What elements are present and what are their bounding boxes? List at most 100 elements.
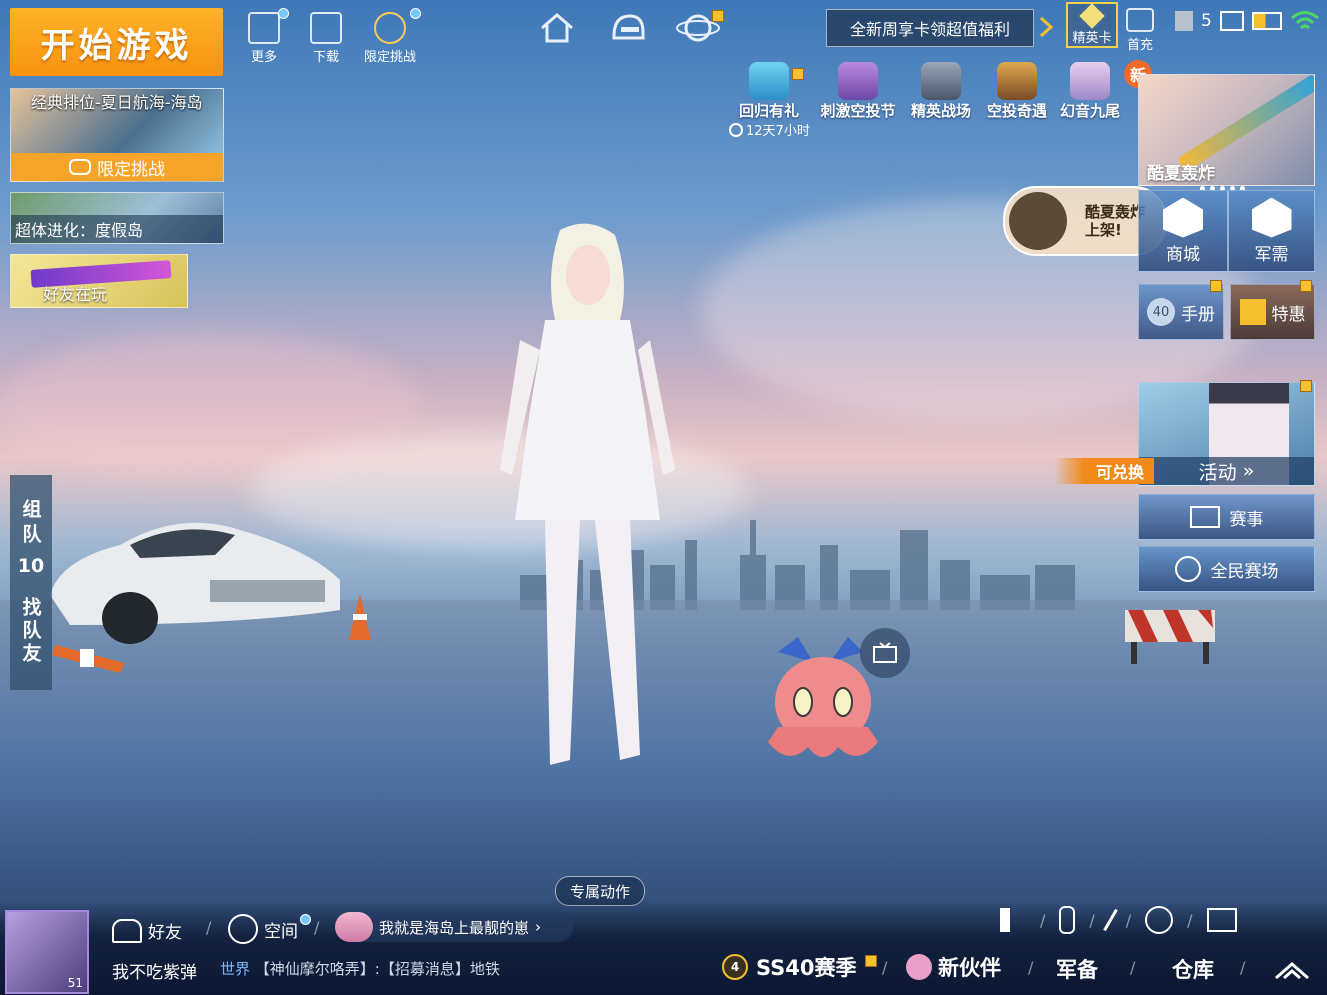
divider: / — [1028, 958, 1034, 977]
wand-icon[interactable] — [1102, 908, 1118, 932]
fullscreen-icon[interactable] — [1206, 908, 1237, 932]
emblem-icon — [997, 62, 1037, 100]
more-button[interactable]: 更多 — [244, 8, 289, 65]
barrier — [1125, 610, 1215, 664]
microphone-off-icon[interactable] — [1059, 906, 1076, 934]
event-label: 幻音九尾 — [1059, 102, 1120, 120]
more-label: 更多 — [250, 50, 277, 65]
notification-dot — [410, 8, 421, 19]
download-icon — [310, 12, 342, 44]
event-label: 回归有礼 — [738, 102, 799, 120]
badge-icon — [69, 159, 91, 175]
phone-icon — [1175, 11, 1193, 31]
weekly-card-banner[interactable]: 全新周享卡领超值福利 — [826, 9, 1034, 47]
divider: / — [1130, 958, 1136, 977]
download-button[interactable]: 下载 — [306, 12, 346, 65]
gift-badge — [712, 10, 724, 22]
battery-icon — [1251, 12, 1282, 30]
handbook-button[interactable]: 40 手册 — [1138, 284, 1224, 340]
team-label: 组队 — [19, 499, 42, 549]
mode-title: 经典排位-夏日航海-海岛 — [31, 93, 203, 112]
limited-challenge-label: 限定挑战 — [363, 50, 416, 65]
pet-camera-button[interactable] — [860, 628, 910, 678]
home-icon[interactable] — [538, 12, 576, 44]
chevrons-icon: » — [1242, 460, 1255, 482]
activity-strip: 活动 » — [1139, 457, 1314, 485]
redeem-tag[interactable]: 可兑换 — [1054, 458, 1154, 484]
screen-icon — [1189, 506, 1220, 528]
banner-text: 全新周享卡领超值福利 — [849, 20, 1010, 39]
mode-select-card[interactable]: 经典排位-夏日航海-海岛 限定挑战 — [10, 88, 224, 182]
character-mini-icon — [335, 912, 373, 942]
start-game-button[interactable]: 开始游戏 — [10, 8, 223, 76]
arena-label: 全民赛场 — [1210, 561, 1279, 582]
player-character — [500, 223, 675, 765]
event-return-gift[interactable]: 回归有礼 — [732, 62, 806, 121]
world-chat[interactable]: 世界 【神仙摩尔咯弄】:【招募消息】地铁 — [220, 958, 540, 979]
shop-button[interactable]: 商城 — [1138, 190, 1228, 272]
deal-label: 特惠 — [1271, 304, 1306, 325]
gift-badge — [1300, 280, 1312, 292]
event-label: 精英战场 — [910, 102, 971, 120]
expand-up-icon[interactable] — [1272, 958, 1312, 980]
voice-toolbar: / / / / — [1000, 906, 1237, 934]
elite-card-button[interactable]: 精英卡 — [1066, 2, 1118, 48]
countdown-text: 12天7小时 — [746, 124, 810, 139]
activity-card[interactable]: 活动 » — [1138, 382, 1315, 486]
handbook-level: 40 — [1147, 298, 1175, 326]
traffic-cone — [349, 594, 371, 640]
divider: / — [1240, 958, 1246, 977]
limited-challenge-button[interactable]: 限定挑战 — [360, 8, 421, 65]
gift-badge — [1300, 380, 1312, 392]
handbook-label: 手册 — [1181, 304, 1215, 325]
broadcast-bar[interactable]: 我就是海岛上最靓的崽 › — [335, 912, 573, 942]
space-icon — [228, 914, 258, 944]
limited-challenge-strip[interactable]: 限定挑战 — [11, 153, 223, 181]
team-count: 10 — [17, 555, 45, 577]
helmet-icon[interactable] — [610, 12, 646, 44]
bubble-text: 酷夏轰炸上架! — [1085, 203, 1146, 239]
friends-button[interactable]: 好友 — [112, 918, 182, 943]
gun-thumbnail-icon — [1009, 192, 1067, 250]
supply-button[interactable]: 军需 — [1228, 190, 1315, 272]
clock-icon — [729, 122, 743, 137]
signal-number: 5 — [1201, 11, 1212, 31]
player-level: 51 — [67, 976, 83, 990]
event-airdrop-encounter[interactable]: 空投奇遇 — [980, 62, 1054, 121]
countdown: 12天7小时 — [729, 120, 810, 139]
friends-playing-card[interactable]: 好友在玩 — [10, 254, 188, 308]
partner-label: 新伙伴 — [938, 956, 1001, 980]
match-button[interactable]: 赛事 — [1138, 494, 1315, 540]
evolution-mode-card[interactable]: 超体进化：度假岛 — [10, 192, 224, 244]
warehouse-button[interactable]: 仓库 — [1172, 954, 1214, 984]
partner-avatar-icon — [906, 954, 932, 980]
deal-button[interactable]: 特惠 — [1230, 284, 1315, 340]
arena-button[interactable]: 全民赛场 — [1138, 546, 1315, 592]
event-elite-battle[interactable]: 精英战场 — [904, 62, 978, 121]
grid-icon — [248, 12, 280, 44]
gift-badge — [865, 955, 877, 967]
gift-box-icon — [749, 62, 789, 100]
gift-box-icon — [1126, 8, 1154, 32]
wifi-icon — [1290, 11, 1319, 30]
event-airdrop-festival[interactable]: 刺激空投节 — [812, 62, 904, 121]
traffic-cone — [52, 645, 125, 673]
speaker-icon[interactable] — [1000, 908, 1026, 932]
status-bar: 5 — [1175, 10, 1320, 32]
chevron-right-icon[interactable] — [1038, 16, 1054, 38]
space-button[interactable]: 空间 — [228, 914, 298, 944]
partner-button[interactable]: 新伙伴 — [906, 952, 1001, 982]
first-recharge-button[interactable]: 首充 — [1124, 8, 1156, 53]
event-nine-tails[interactable]: 幻音九尾 — [1052, 62, 1128, 121]
airdrop-crate-icon — [838, 62, 878, 100]
season-button[interactable]: 4 SS40赛季 — [722, 952, 857, 982]
team-tab[interactable]: 组队 10 找队友 — [10, 475, 52, 690]
character-icon — [1070, 62, 1110, 100]
find-teammate-label: 找队友 — [19, 597, 42, 666]
redeem-label: 可兑换 — [1095, 463, 1144, 482]
face-icon[interactable] — [1145, 906, 1174, 934]
avatar[interactable]: 51 — [5, 910, 89, 994]
promo-banner[interactable]: 酷夏轰炸 — [1138, 74, 1315, 186]
armory-button[interactable]: 军备 — [1056, 954, 1098, 984]
friends-icon — [112, 918, 142, 943]
